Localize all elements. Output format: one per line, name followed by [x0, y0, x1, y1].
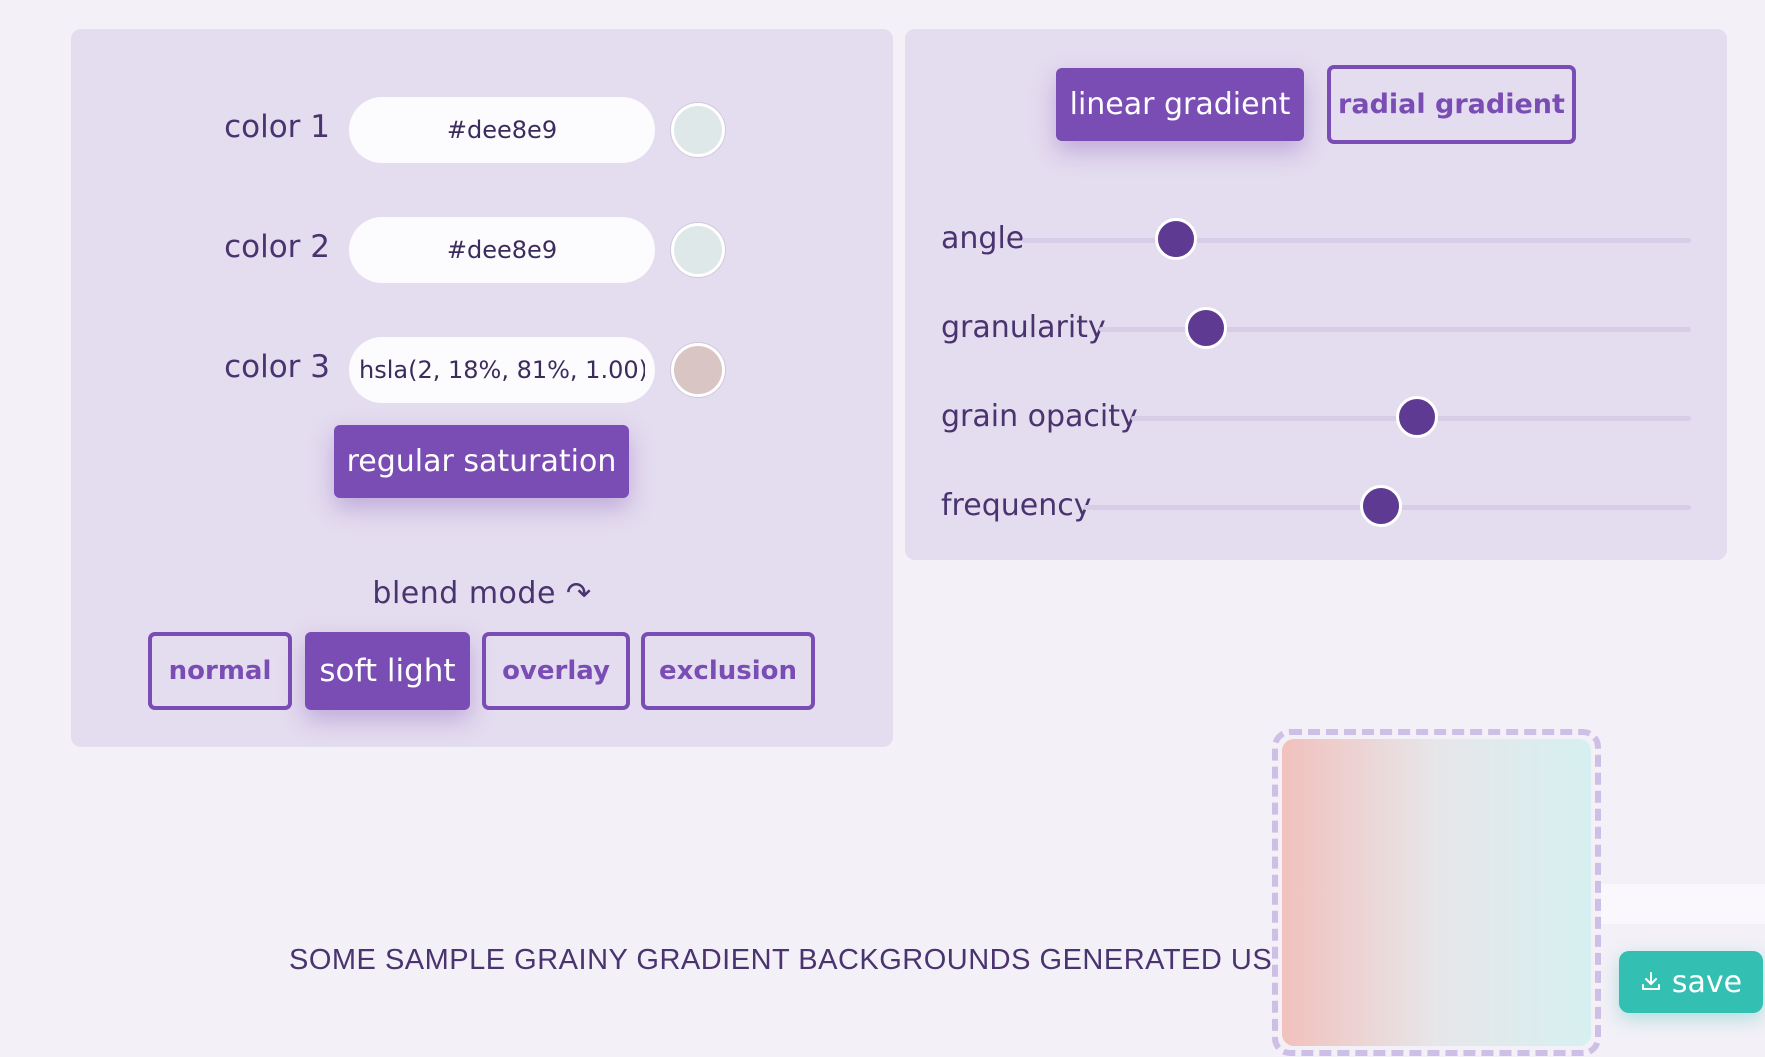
gradient-preview: [1272, 729, 1601, 1056]
color-1-swatch[interactable]: [671, 103, 725, 157]
sample-gradients-heading: SOME SAMPLE GRAINY GRADIENT BACKGROUNDS …: [289, 944, 1273, 976]
angle-slider-track[interactable]: [1022, 238, 1691, 243]
blend-soft-light-button[interactable]: soft light: [305, 632, 470, 710]
angle-label: angle: [941, 221, 1025, 256]
download-icon: [1640, 965, 1662, 1000]
color-2-input[interactable]: [349, 217, 655, 283]
angle-slider-thumb[interactable]: [1154, 218, 1197, 260]
tab-linear-gradient[interactable]: linear gradient: [1056, 68, 1304, 141]
gradient-panel: linear gradient radial gradient angle gr…: [905, 29, 1727, 560]
grain-opacity-label: grain opacity: [941, 399, 1138, 434]
save-label: save: [1671, 964, 1743, 1000]
blend-normal-button[interactable]: normal: [148, 632, 292, 710]
tab-radial-gradient[interactable]: radial gradient: [1327, 65, 1576, 144]
saturation-button[interactable]: regular saturation: [334, 425, 629, 498]
color-2-label: color 2: [224, 229, 330, 265]
granularity-label: granularity: [941, 310, 1106, 345]
gradient-preview-fill: [1282, 739, 1591, 1046]
color-row-1: color 1: [71, 97, 893, 165]
granularity-slider-thumb[interactable]: [1184, 307, 1227, 349]
color-3-swatch[interactable]: [671, 343, 725, 397]
color-1-label: color 1: [224, 109, 330, 145]
frequency-slider-row: frequency: [905, 482, 1727, 532]
frequency-label: frequency: [941, 488, 1092, 523]
blend-overlay-button[interactable]: overlay: [482, 632, 630, 710]
granularity-slider-row: granularity: [905, 304, 1727, 354]
color-3-label: color 3: [224, 349, 330, 385]
grain-opacity-slider-thumb[interactable]: [1395, 396, 1438, 438]
blend-mode-title: blend mode ↷: [372, 576, 592, 611]
color-1-input[interactable]: [349, 97, 655, 163]
angle-slider-row: angle: [905, 215, 1727, 265]
blend-exclusion-button[interactable]: exclusion: [641, 632, 815, 710]
color-row-3: color 3: [71, 337, 893, 405]
color-2-swatch[interactable]: [671, 223, 725, 277]
save-button[interactable]: save: [1619, 951, 1763, 1013]
color-panel: color 1 color 2 color 3 regular saturati…: [71, 29, 893, 747]
background-strip: [1600, 884, 1765, 924]
color-3-input[interactable]: [349, 337, 655, 403]
color-row-2: color 2: [71, 217, 893, 285]
frequency-slider-thumb[interactable]: [1359, 485, 1402, 527]
grain-opacity-slider-row: grain opacity: [905, 393, 1727, 443]
